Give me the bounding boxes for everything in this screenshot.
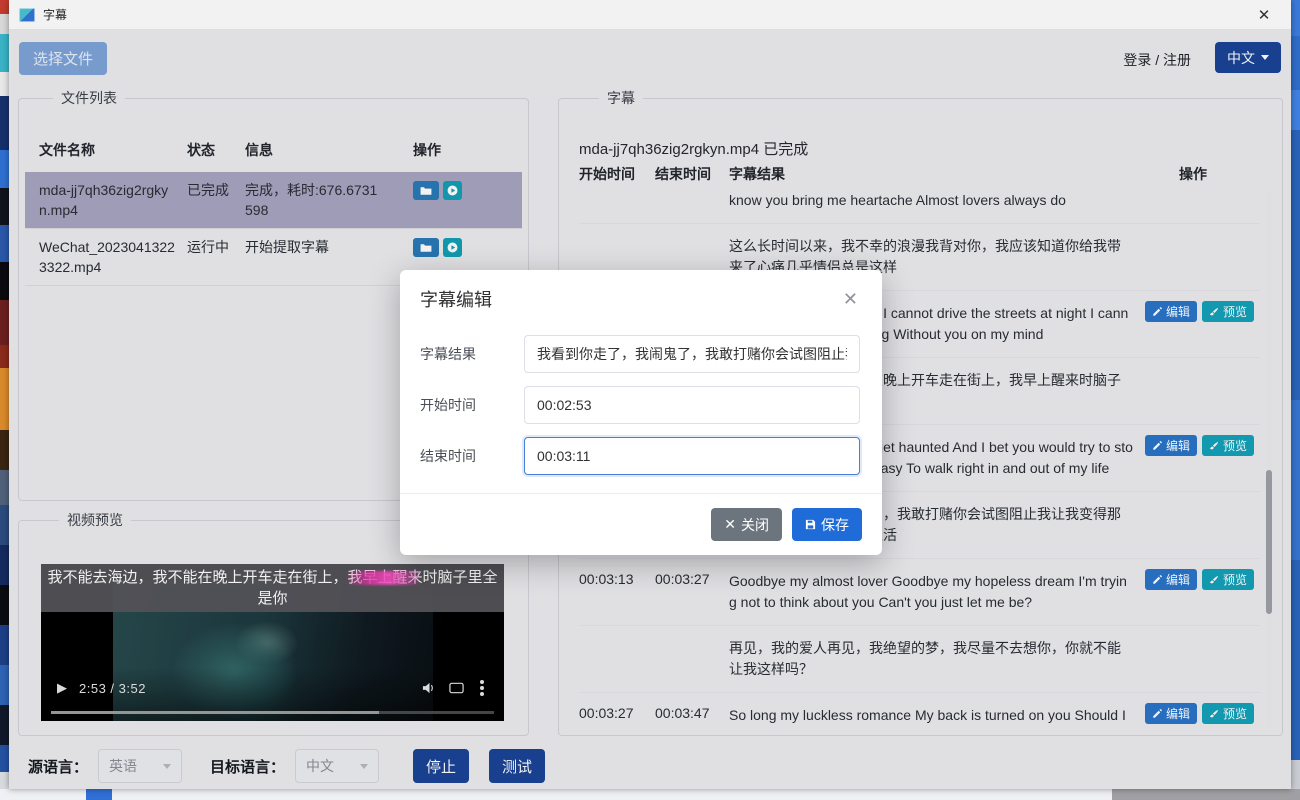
window-title: 字幕 bbox=[43, 6, 67, 23]
subtitle-result-input[interactable] bbox=[524, 335, 860, 373]
end-time-label: 结束时间 bbox=[420, 446, 524, 466]
subtitle-edit-dialog: 字幕编辑 ✕ 字幕结果 开始时间 结束时间 ✕ 关闭 bbox=[400, 270, 882, 555]
start-time-label: 开始时间 bbox=[420, 395, 524, 415]
app-window: 字幕 ✕ 选择文件 登录 / 注册 中文 文件列表 文件名称 状态 信息 操作 … bbox=[9, 0, 1291, 789]
dialog-close-icon[interactable]: ✕ bbox=[837, 288, 864, 311]
dialog-title: 字幕编辑 bbox=[420, 286, 492, 312]
subtitle-result-label: 字幕结果 bbox=[420, 344, 524, 364]
close-button[interactable]: ✕ 关闭 bbox=[711, 508, 782, 541]
save-button[interactable]: 保存 bbox=[792, 508, 862, 541]
desktop-edge-left bbox=[0, 0, 9, 800]
taskbar-item bbox=[86, 789, 112, 800]
end-time-input[interactable] bbox=[524, 437, 860, 475]
taskbar-item bbox=[1112, 789, 1300, 800]
screen: 字幕 ✕ 选择文件 登录 / 注册 中文 文件列表 文件名称 状态 信息 操作 … bbox=[0, 0, 1300, 800]
titlebar: 字幕 ✕ bbox=[9, 0, 1291, 30]
desktop-edge-bottom bbox=[0, 789, 1300, 800]
desktop-edge-right bbox=[1291, 0, 1300, 800]
save-icon bbox=[805, 519, 816, 530]
start-time-input[interactable] bbox=[524, 386, 860, 424]
app-icon bbox=[19, 8, 35, 22]
window-close-button[interactable]: ✕ bbox=[1247, 1, 1281, 29]
close-icon: ✕ bbox=[724, 516, 736, 533]
